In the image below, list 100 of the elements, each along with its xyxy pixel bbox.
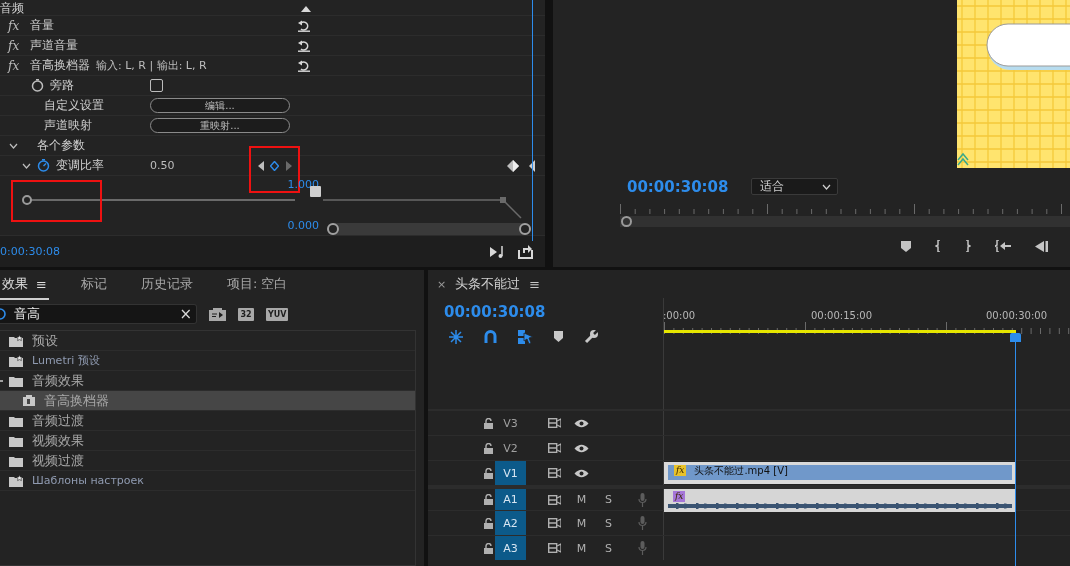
keyframe-icon[interactable] [507, 159, 519, 172]
checkbox[interactable] [150, 79, 163, 92]
chevron-icon[interactable] [9, 142, 18, 149]
sync-lock-icon[interactable] [547, 494, 561, 505]
property-button[interactable]: 重映射... [150, 118, 290, 133]
sync-lock-icon[interactable] [547, 468, 561, 478]
panel-menu-icon[interactable]: ≡ [529, 276, 541, 292]
audio-clip[interactable]: fx [664, 489, 1016, 512]
video-clip[interactable]: fx 头条不能过.mp4 [V] [664, 462, 1016, 484]
sync-lock-icon[interactable] [547, 418, 561, 428]
go-to-in-icon[interactable] [995, 240, 1011, 252]
chevron-icon[interactable] [22, 162, 31, 169]
reset-icon[interactable] [297, 39, 311, 52]
tree-item[interactable]: 视频效果 [0, 431, 415, 451]
lock-icon[interactable] [483, 467, 493, 479]
panel-tab[interactable]: 效果 ≡ [0, 270, 49, 300]
track-target-button[interactable]: V1 [495, 461, 526, 485]
lock-icon[interactable] [483, 517, 493, 529]
mute-button[interactable]: M [576, 516, 587, 530]
wrench-icon[interactable] [584, 329, 599, 344]
marker-icon[interactable] [554, 331, 563, 342]
filter-button[interactable]: YUV [266, 307, 289, 321]
solo-button[interactable]: S [605, 493, 612, 506]
panel-menu-icon[interactable]: ≡ [36, 276, 47, 292]
play-audio-icon[interactable] [490, 244, 506, 259]
accelerated-effects-icon[interactable] [209, 307, 226, 321]
sequence-tab[interactable]: 头条不能过 [455, 275, 521, 293]
zoom-dropdown[interactable]: 适合 [750, 178, 838, 195]
track-target-button[interactable]: A1 [495, 489, 526, 510]
tree-item[interactable]: 视频过渡 [0, 451, 415, 471]
fx-label[interactable]: fx [8, 18, 24, 33]
panel-tab[interactable]: 项目: 空白 [224, 270, 290, 300]
track-target-button[interactable]: V3 [495, 411, 526, 435]
sync-lock-icon[interactable] [547, 443, 561, 453]
lock-icon[interactable] [483, 417, 493, 429]
eye-icon[interactable] [574, 443, 589, 453]
track-target-button[interactable]: A2 [495, 511, 526, 535]
add-keyframe-icon[interactable] [270, 161, 279, 171]
tree-item[interactable]: Lumetri 预设 [0, 351, 415, 371]
fx-label[interactable]: fx [8, 58, 24, 73]
step-back-icon[interactable] [1035, 240, 1048, 252]
clear-button[interactable]: × [179, 306, 192, 322]
insert-nest-icon[interactable] [449, 329, 463, 344]
snap-icon[interactable] [484, 330, 497, 343]
mute-button[interactable]: M [576, 541, 587, 555]
property-label: 变调比率 [56, 157, 104, 174]
timecode[interactable]: 00:00:30:08 [627, 177, 729, 196]
lock-icon[interactable] [483, 542, 493, 554]
marker-icon[interactable] [901, 240, 911, 252]
fx-label[interactable]: fx [8, 38, 24, 53]
sync-lock-icon[interactable] [547, 543, 561, 553]
zoom-handle[interactable] [519, 223, 531, 235]
panel-tab[interactable]: 标记 [78, 270, 109, 300]
timecode[interactable]: 0:00:30:08 [0, 245, 61, 258]
tree-item[interactable]: 音高换档器 [0, 391, 415, 411]
ruler-label: :00:00 [663, 310, 696, 321]
slider-thumb[interactable] [22, 195, 32, 205]
next-keyframe-icon[interactable] [285, 161, 292, 171]
ruler-label: 00:00:30:00 [986, 310, 1047, 321]
search-field[interactable]: 音高 × [0, 304, 197, 324]
eye-icon[interactable] [574, 468, 589, 478]
mute-button[interactable]: M [576, 493, 587, 506]
reset-icon[interactable] [297, 19, 311, 32]
property-button[interactable]: 编辑... [150, 98, 290, 113]
preset-folder-icon [9, 474, 23, 487]
track-target-button[interactable]: V2 [495, 436, 526, 460]
property-value[interactable]: 0.50 [150, 159, 175, 172]
effect-name: 音高换档器 [30, 57, 90, 74]
solo-button[interactable]: S [605, 516, 612, 530]
collapse-icon[interactable] [301, 5, 311, 12]
eye-icon[interactable] [574, 418, 589, 428]
stopwatch-icon[interactable] [31, 79, 44, 92]
section-title: 音频 [0, 0, 24, 17]
stopwatch-icon[interactable] [37, 159, 50, 172]
previous-keyframe-icon[interactable] [257, 161, 264, 171]
sync-lock-icon[interactable] [547, 518, 561, 528]
lock-icon[interactable] [483, 442, 493, 454]
effect-name: 音量 [30, 17, 54, 34]
playhead-handle[interactable] [1010, 333, 1021, 342]
filter-button[interactable]: 32 [238, 307, 254, 321]
linked-selection-icon[interactable] [518, 329, 533, 344]
close-tab-icon[interactable]: × [437, 277, 447, 291]
mark-in-icon[interactable] [935, 240, 941, 252]
reset-icon[interactable] [297, 59, 311, 72]
track-target-button[interactable]: A3 [495, 536, 526, 560]
tree-item[interactable]: 音频过渡 [0, 411, 415, 431]
tree-item[interactable]: Шаблоны настроек [0, 471, 415, 491]
audio-effect-icon [23, 395, 35, 406]
fx-badge: fx [674, 465, 687, 476]
scrub-handle[interactable] [621, 216, 632, 227]
timecode[interactable]: 00:00:30:08 [444, 303, 663, 321]
panel-tab[interactable]: 历史记录 [138, 270, 195, 300]
solo-button[interactable]: S [605, 541, 612, 555]
lock-icon[interactable] [483, 494, 493, 505]
tree-item[interactable]: 预设 [0, 331, 415, 351]
ruler-label: 00:00:15:00 [811, 310, 872, 321]
zoom-scrollbar[interactable] [327, 223, 531, 235]
zoom-handle[interactable] [327, 223, 339, 235]
export-icon[interactable] [518, 244, 533, 259]
mark-out-icon[interactable] [965, 240, 971, 252]
